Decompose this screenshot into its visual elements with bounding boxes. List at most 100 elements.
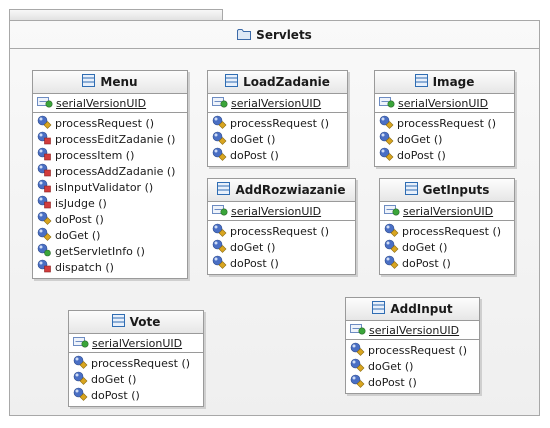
operation-process-request[interactable]: processRequest (): [384, 223, 514, 239]
operation-do-post[interactable]: doPost (): [212, 255, 355, 271]
attribute-row[interactable]: serialVersionUID: [212, 95, 347, 111]
attribute-row[interactable]: serialVersionUID: [350, 322, 479, 338]
method-protected-icon: [379, 131, 394, 148]
method-protected-icon: [37, 227, 52, 244]
operations-section: processRequest () doGet () doPost (): [208, 113, 347, 166]
attribute-label: serialVersionUID: [231, 96, 322, 110]
package-tab: [9, 9, 223, 20]
method-protected-icon: [73, 355, 88, 372]
operation-do-post[interactable]: doPost (): [384, 255, 514, 271]
operation-label: doPost (): [91, 388, 140, 402]
attribute-label: serialVersionUID: [231, 204, 322, 218]
attribute-row[interactable]: serialVersionUID: [37, 95, 187, 111]
method-protected-icon: [73, 387, 88, 404]
operation-do-post[interactable]: doPost (): [379, 147, 514, 163]
attributes-section: serialVersionUID: [380, 202, 514, 221]
operation-process-request[interactable]: processRequest (): [73, 355, 203, 371]
operation-process-item[interactable]: processItem (): [37, 147, 187, 163]
operations-section: processRequest () doGet () doPost (): [69, 353, 203, 406]
operation-label: getServletInfo (): [55, 244, 145, 258]
class-icon: [82, 74, 96, 90]
operation-label: processRequest (): [230, 224, 330, 238]
operation-label: processRequest (): [91, 356, 191, 370]
field-icon: [379, 95, 395, 111]
operation-do-get[interactable]: doGet (): [37, 227, 187, 243]
class-header: LoadZadanie: [208, 71, 347, 94]
operation-process-request[interactable]: processRequest (): [379, 115, 514, 131]
method-protected-icon: [212, 131, 227, 148]
field-icon: [212, 95, 228, 111]
class-icon: [225, 74, 239, 90]
operation-process-request[interactable]: processRequest (): [212, 115, 347, 131]
class-loadzadanie[interactable]: LoadZadanie serialVersionUID processReques…: [207, 70, 348, 167]
package-divider: [10, 48, 539, 49]
method-private-icon: [37, 131, 52, 148]
method-protected-icon: [212, 239, 227, 256]
operation-label: doGet (): [91, 372, 137, 386]
operation-process-request[interactable]: processRequest (): [37, 115, 187, 131]
class-name: Menu: [100, 75, 138, 89]
class-name: LoadZadanie: [243, 75, 330, 89]
attribute-row[interactable]: serialVersionUID: [384, 203, 514, 219]
operation-get-servlet-info[interactable]: getServletInfo (): [37, 243, 187, 259]
method-private-icon: [37, 195, 52, 212]
attributes-section: serialVersionUID: [208, 94, 347, 113]
class-icon: [414, 74, 428, 90]
method-public-icon: [37, 243, 52, 260]
class-icon: [404, 182, 418, 198]
operation-label: processItem (): [55, 148, 135, 162]
operation-process-request[interactable]: processRequest (): [212, 223, 355, 239]
field-icon: [73, 335, 89, 351]
field-icon: [212, 203, 228, 219]
operation-is-judge[interactable]: isJudge (): [37, 195, 187, 211]
class-addinput[interactable]: AddInput serialVersionUID processRequest (…: [345, 297, 480, 394]
operation-process-edit-zadanie[interactable]: processEditZadanie (): [37, 131, 187, 147]
operation-process-add-zadanie[interactable]: processAddZadanie (): [37, 163, 187, 179]
operation-label: doGet (): [230, 132, 276, 146]
method-private-icon: [37, 163, 52, 180]
method-protected-icon: [379, 147, 394, 164]
attribute-label: serialVersionUID: [403, 204, 494, 218]
operation-do-get[interactable]: doGet (): [350, 358, 479, 374]
attribute-label: serialVersionUID: [369, 323, 460, 337]
operation-label: processAddZadanie (): [55, 164, 176, 178]
operation-process-request[interactable]: processRequest (): [350, 342, 479, 358]
operation-do-post[interactable]: doPost (): [37, 211, 187, 227]
operation-do-post[interactable]: doPost (): [73, 387, 203, 403]
method-protected-icon: [73, 371, 88, 388]
class-icon: [111, 314, 125, 330]
operation-do-get[interactable]: doGet (): [212, 239, 355, 255]
operation-do-post[interactable]: doPost (): [212, 147, 347, 163]
class-header: AddInput: [346, 298, 479, 321]
class-vote[interactable]: Vote serialVersionUID processRequest () doG…: [68, 310, 204, 407]
method-protected-icon: [350, 358, 365, 375]
class-addrozwiazanie[interactable]: AddRozwiazanie serialVersionUID processReq…: [207, 178, 356, 275]
operation-do-get[interactable]: doGet (): [379, 131, 514, 147]
operation-dispatch[interactable]: dispatch (): [37, 259, 187, 275]
method-protected-icon: [212, 255, 227, 272]
class-icon: [217, 182, 231, 198]
attribute-label: serialVersionUID: [398, 96, 489, 110]
attributes-section: serialVersionUID: [33, 94, 187, 113]
method-protected-icon: [212, 147, 227, 164]
method-private-icon: [37, 179, 52, 196]
attribute-row[interactable]: serialVersionUID: [73, 335, 203, 351]
operations-section: processRequest () doGet () doPost (): [346, 340, 479, 393]
operation-do-get[interactable]: doGet (): [384, 239, 514, 255]
class-getinputs[interactable]: GetInputs serialVersionUID processRequest …: [379, 178, 515, 275]
attribute-row[interactable]: serialVersionUID: [379, 95, 514, 111]
package-title: Servlets: [256, 28, 312, 42]
field-icon: [37, 95, 53, 111]
operation-is-input-validator[interactable]: isInputValidator (): [37, 179, 187, 195]
field-icon: [350, 322, 366, 338]
class-menu[interactable]: Menu serialVersionUID processRequest () pro…: [32, 70, 188, 279]
class-name: Image: [432, 75, 475, 89]
operation-do-post[interactable]: doPost (): [350, 374, 479, 390]
class-image[interactable]: Image serialVersionUID processRequest () do…: [374, 70, 515, 167]
operation-do-get[interactable]: doGet (): [73, 371, 203, 387]
attribute-row[interactable]: serialVersionUID: [212, 203, 355, 219]
class-name: AddInput: [390, 302, 453, 316]
operation-do-get[interactable]: doGet (): [212, 131, 347, 147]
method-protected-icon: [212, 115, 227, 132]
attributes-section: serialVersionUID: [346, 321, 479, 340]
